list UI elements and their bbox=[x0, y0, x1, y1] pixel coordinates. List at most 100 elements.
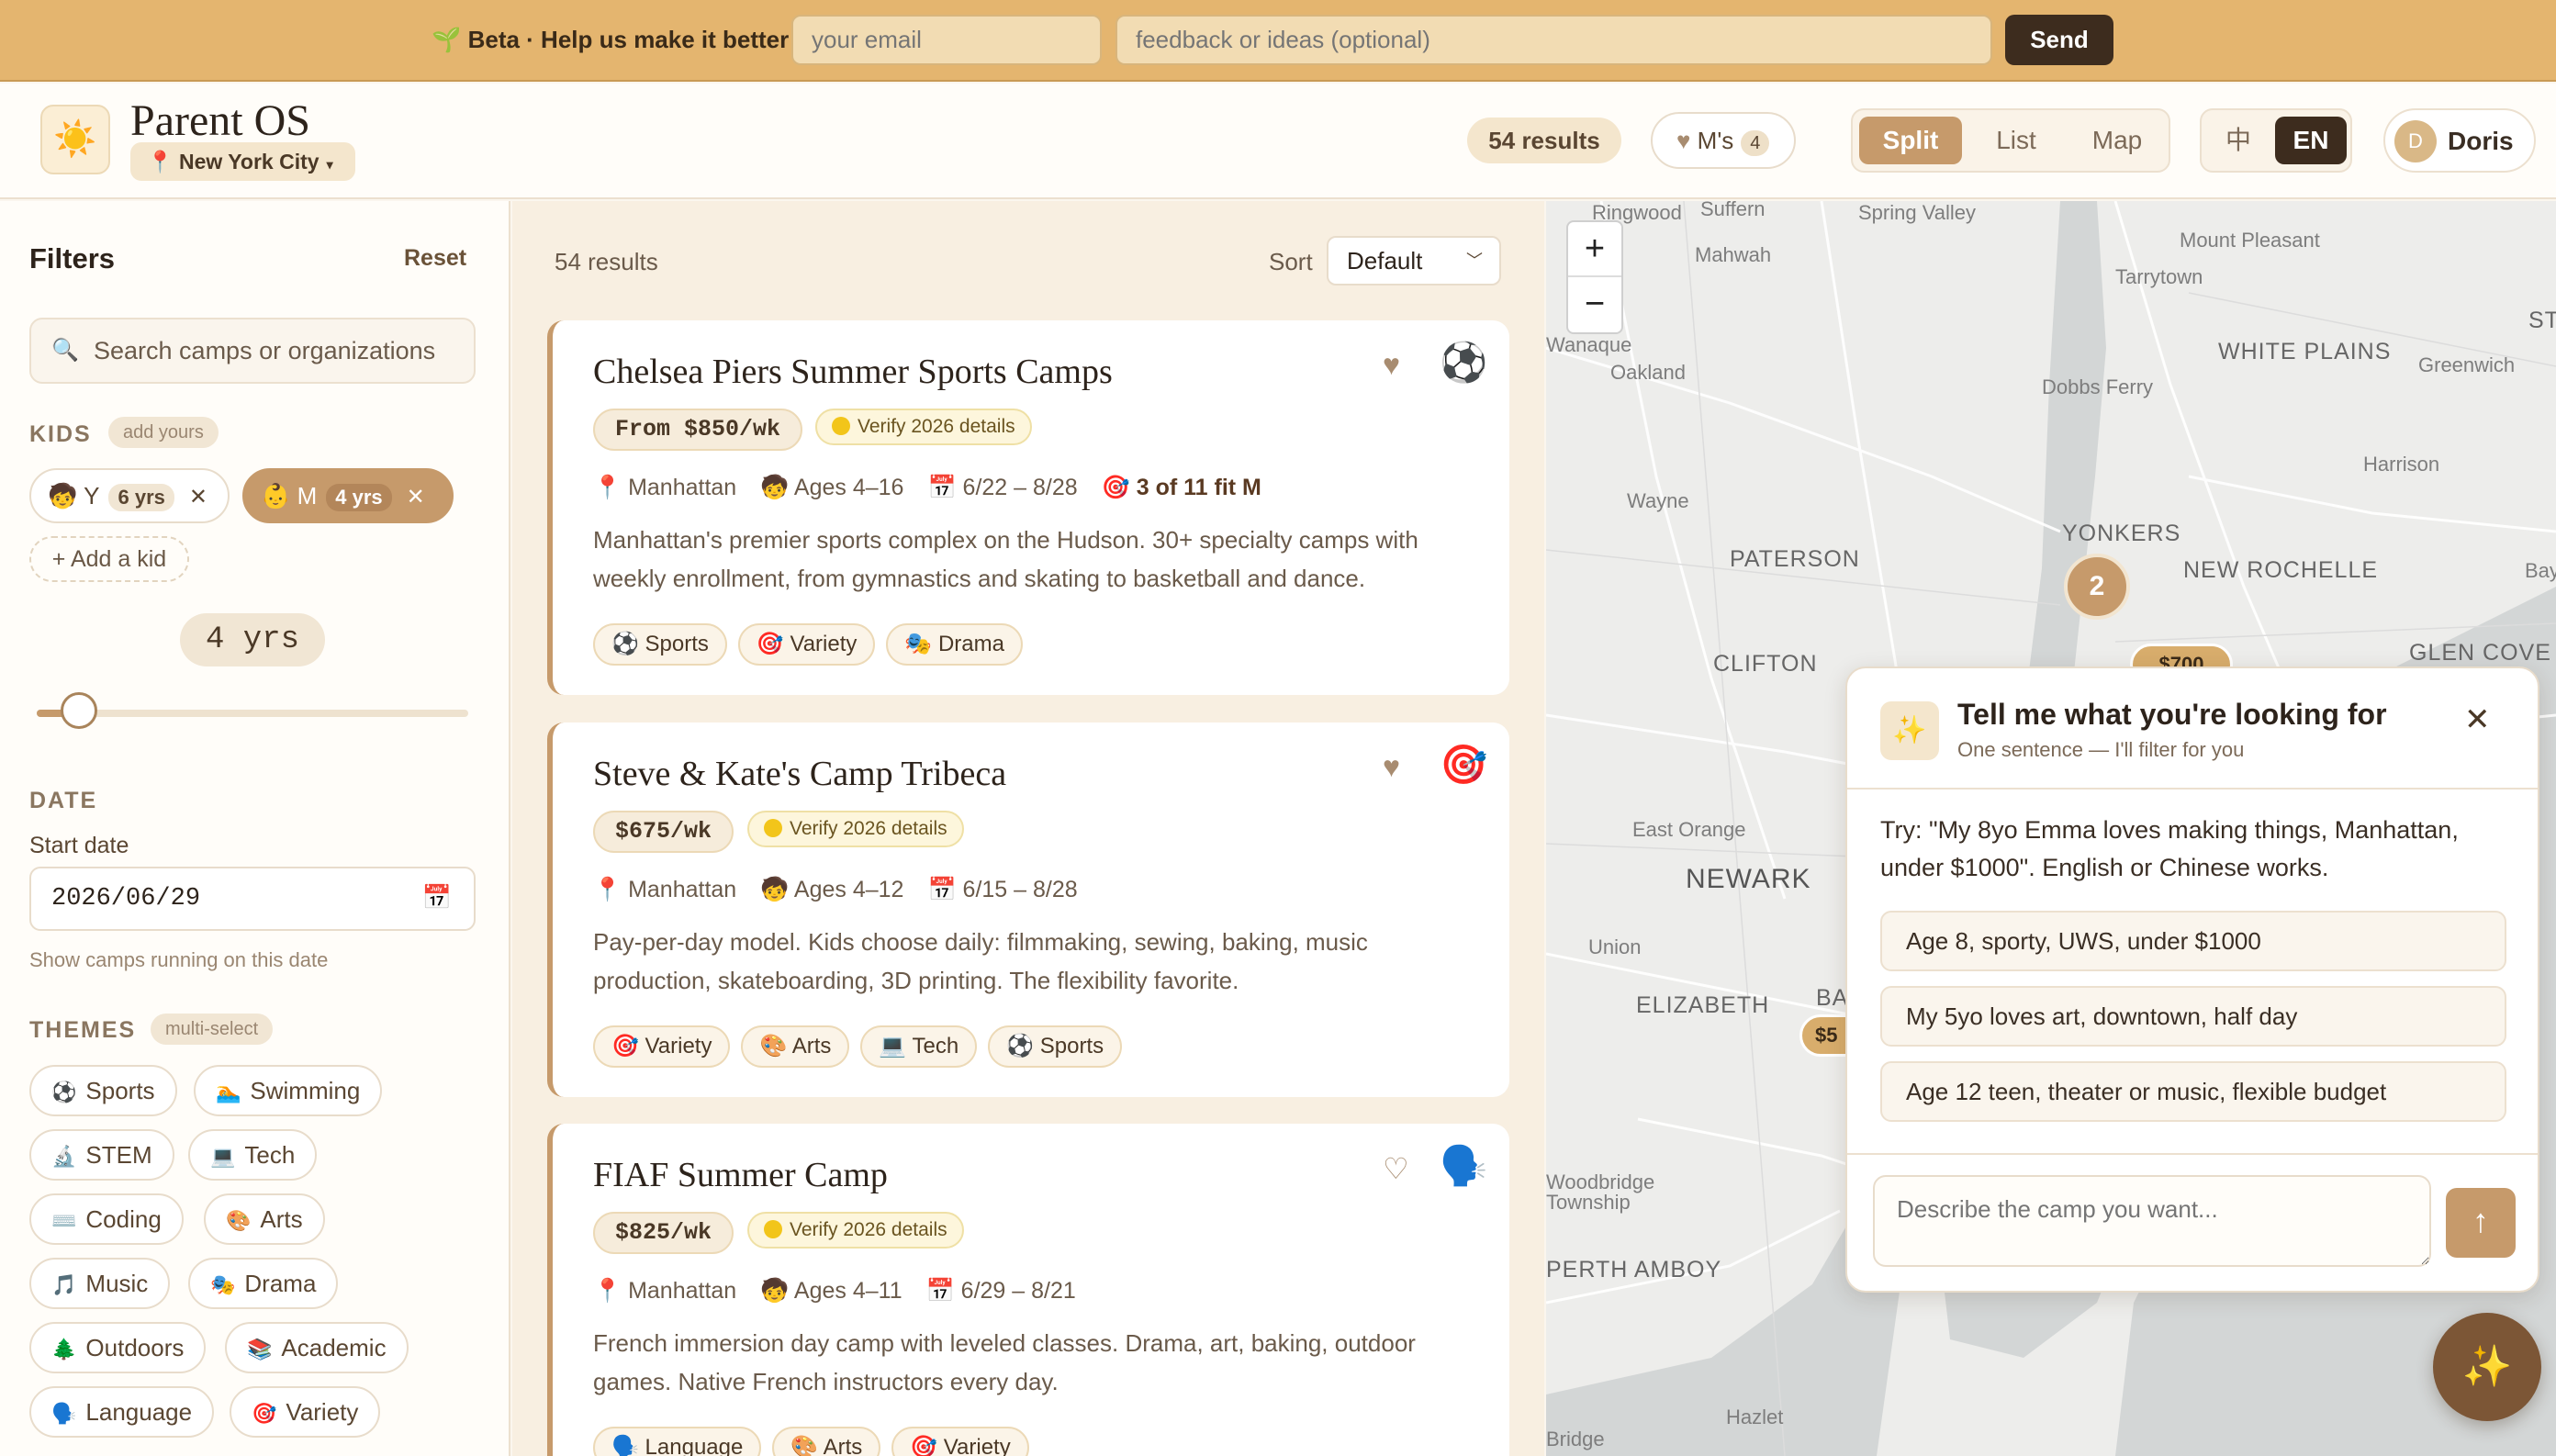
age-slider-track[interactable] bbox=[37, 710, 468, 717]
theme-variety[interactable]: 🎯 Variety bbox=[230, 1386, 381, 1438]
ai-prompt-input[interactable] bbox=[1873, 1175, 2431, 1267]
price-badge: $825/wk bbox=[593, 1212, 734, 1254]
arrow-up-icon[interactable]: ↑ bbox=[2446, 1188, 2516, 1258]
favorites-button[interactable]: ♥ M's 4 bbox=[1651, 112, 1796, 169]
close-icon[interactable]: ✕ bbox=[407, 485, 425, 510]
ai-suggestion[interactable]: Age 12 teen, theater or music, flexible … bbox=[1880, 1061, 2506, 1122]
zoom-in-button[interactable]: + bbox=[1568, 222, 1621, 277]
themes-label: THEMES bbox=[29, 1017, 137, 1043]
start-date-label: Start date bbox=[29, 833, 129, 858]
camp-description: Pay-per-day model. Kids choose daily: fi… bbox=[593, 928, 1368, 994]
target-icon: 🎯 bbox=[1440, 743, 1488, 786]
verify-badge: Verify 2026 details bbox=[747, 1212, 964, 1249]
close-icon[interactable]: ✕ bbox=[189, 485, 207, 510]
tag[interactable]: 🎭 Drama bbox=[886, 623, 1023, 666]
price-badge: $675/wk bbox=[593, 811, 734, 853]
camp-title: Steve & Kate's Camp Tribeca bbox=[593, 755, 1007, 793]
age-display: 4 yrs bbox=[180, 613, 325, 666]
map-place-label: Bay bbox=[2525, 559, 2556, 582]
chevron-down-icon: ﹀ bbox=[1466, 252, 1483, 270]
theme-stem[interactable]: 🔬 STEM bbox=[29, 1129, 174, 1181]
ai-assistant-fab[interactable]: ✨ bbox=[2433, 1313, 2541, 1421]
map-place-label: Wanaque bbox=[1546, 333, 1632, 356]
theme-drama[interactable]: 🎭 Drama bbox=[188, 1258, 339, 1309]
theme-sports[interactable]: ⚽ Sports bbox=[29, 1065, 177, 1116]
tag[interactable]: 🗣️ Language bbox=[593, 1427, 762, 1456]
theme-tech[interactable]: 💻 Tech bbox=[188, 1129, 318, 1181]
map-place-label: CLIFTON bbox=[1713, 651, 1818, 677]
camp-tags: 🗣️ Language 🎨 Arts 🎯 Variety bbox=[593, 1427, 1040, 1456]
map-place-label: Union bbox=[1588, 935, 1642, 958]
camp-card[interactable]: FIAF Summer Camp ♡ 🗣️ $825/wk Verify 202… bbox=[547, 1124, 1509, 1456]
kid-chip-active[interactable]: 👶 M4 yrs ✕ bbox=[242, 468, 454, 523]
search-input[interactable]: 🔍 Search camps or organizations bbox=[29, 318, 476, 384]
camp-tags: 🎯 Variety 🎨 Arts 💻 Tech ⚽ Sports bbox=[593, 1025, 1133, 1068]
view-list-button[interactable]: List bbox=[1968, 117, 2064, 164]
age-slider-thumb[interactable] bbox=[61, 692, 97, 729]
results-count-badge: 54 results bbox=[1467, 118, 1621, 163]
divider bbox=[1847, 788, 2538, 790]
map-zoom-controls: + − bbox=[1566, 220, 1623, 334]
theme-academic[interactable]: 📚 Academic bbox=[225, 1322, 409, 1373]
kids-note: add yours bbox=[108, 417, 219, 448]
map-place-label: Harrison bbox=[2363, 453, 2440, 476]
camp-card[interactable]: Steve & Kate's Camp Tribeca ♥ 🎯 $675/wk … bbox=[547, 722, 1509, 1097]
close-icon[interactable]: ✕ bbox=[2464, 701, 2491, 738]
theme-outdoors[interactable]: 🌲 Outdoors bbox=[29, 1322, 207, 1373]
heart-icon[interactable]: ♥ bbox=[1383, 348, 1400, 382]
add-kid-button[interactable]: + Add a kid bbox=[29, 536, 189, 582]
map-place-label: Hazlet bbox=[1726, 1406, 1784, 1428]
tag[interactable]: 🎯 Variety bbox=[891, 1427, 1029, 1456]
calendar-icon[interactable]: 📅 bbox=[422, 868, 452, 929]
tag[interactable]: ⚽ Sports bbox=[988, 1025, 1123, 1068]
city-selector[interactable]: 📍 New York City ▾ bbox=[130, 142, 355, 181]
beta-feedback-input[interactable] bbox=[1115, 15, 1992, 65]
kid-chip[interactable]: 🧒 Y6 yrs ✕ bbox=[29, 468, 230, 523]
map-place-label: Wayne bbox=[1627, 489, 1689, 512]
tag[interactable]: 🎨 Arts bbox=[741, 1025, 850, 1068]
ai-suggestion[interactable]: My 5yo loves art, downtown, half day bbox=[1880, 986, 2506, 1047]
date-label: DATE bbox=[29, 788, 98, 813]
reset-button[interactable]: Reset bbox=[404, 245, 466, 272]
kid-emoji-icon: 👶 bbox=[261, 482, 291, 510]
beta-email-input[interactable] bbox=[791, 15, 1102, 65]
camp-meta: 📍 Manhattan 🧒 Ages 4–16 📅 6/22 – 8/28 🎯 3 o… bbox=[593, 475, 1261, 500]
heart-icon[interactable]: ♥ bbox=[1383, 750, 1400, 784]
camp-title: FIAF Summer Camp bbox=[593, 1156, 888, 1194]
camp-meta: 📍 Manhattan 🧒 Ages 4–11 📅 6/29 – 8/21 bbox=[593, 1278, 1076, 1304]
sort-select[interactable]: Default ﹀ bbox=[1327, 236, 1501, 286]
camp-card[interactable]: Chelsea Piers Summer Sports Camps ♥ ⚽ Fr… bbox=[547, 320, 1509, 695]
theme-music[interactable]: 🎵 Music bbox=[29, 1258, 171, 1309]
language-toggle: 中 EN bbox=[2200, 108, 2352, 173]
zoom-out-button[interactable]: − bbox=[1568, 278, 1621, 333]
lang-en-button[interactable]: EN bbox=[2275, 117, 2347, 164]
start-date-input[interactable]: 2026/06/29 📅 bbox=[29, 867, 476, 931]
view-map-button[interactable]: Map bbox=[2069, 117, 2165, 164]
tag[interactable]: 🎯 Variety bbox=[737, 623, 876, 666]
theme-arts[interactable]: 🎨 Arts bbox=[204, 1193, 325, 1245]
tag[interactable]: 💻 Tech bbox=[860, 1025, 978, 1068]
avatar: D bbox=[2394, 120, 2437, 162]
lang-zh-button[interactable]: 中 bbox=[2208, 117, 2269, 164]
tag[interactable]: ⚽ Sports bbox=[593, 623, 727, 666]
beta-label: 🌱 Beta · Help us make it better bbox=[432, 26, 790, 53]
map-place-label: Woodbridge Township bbox=[1546, 1170, 1655, 1214]
map-place-label: NEW ROCHELLE bbox=[2183, 557, 2379, 583]
tag[interactable]: 🎨 Arts bbox=[772, 1427, 881, 1456]
beta-send-button[interactable]: Send bbox=[2005, 15, 2113, 65]
user-menu[interactable]: D Doris bbox=[2383, 108, 2536, 173]
theme-coding[interactable]: ⌨️ Coding bbox=[29, 1193, 184, 1245]
theme-language[interactable]: 🗣️ Language bbox=[29, 1386, 215, 1438]
speaking-head-icon: 🗣️ bbox=[1440, 1144, 1488, 1187]
heart-icon: ♥ bbox=[1676, 127, 1691, 154]
map-place-label: NEWARK bbox=[1686, 864, 1811, 894]
heart-outline-icon[interactable]: ♡ bbox=[1383, 1151, 1409, 1186]
theme-swimming[interactable]: 🏊 Swimming bbox=[194, 1065, 383, 1116]
map-cluster-marker[interactable]: 2 bbox=[2064, 554, 2130, 620]
map-place-label: Tarrytown bbox=[2115, 265, 2203, 288]
tag[interactable]: 🎯 Variety bbox=[593, 1025, 731, 1068]
ai-subtitle: One sentence — I'll filter for you bbox=[1957, 738, 2245, 761]
ai-suggestion[interactable]: Age 8, sporty, UWS, under $1000 bbox=[1880, 911, 2506, 971]
camp-meta: 📍 Manhattan 🧒 Ages 4–12 📅 6/15 – 8/28 bbox=[593, 877, 1078, 902]
view-split-button[interactable]: Split bbox=[1859, 117, 1962, 164]
